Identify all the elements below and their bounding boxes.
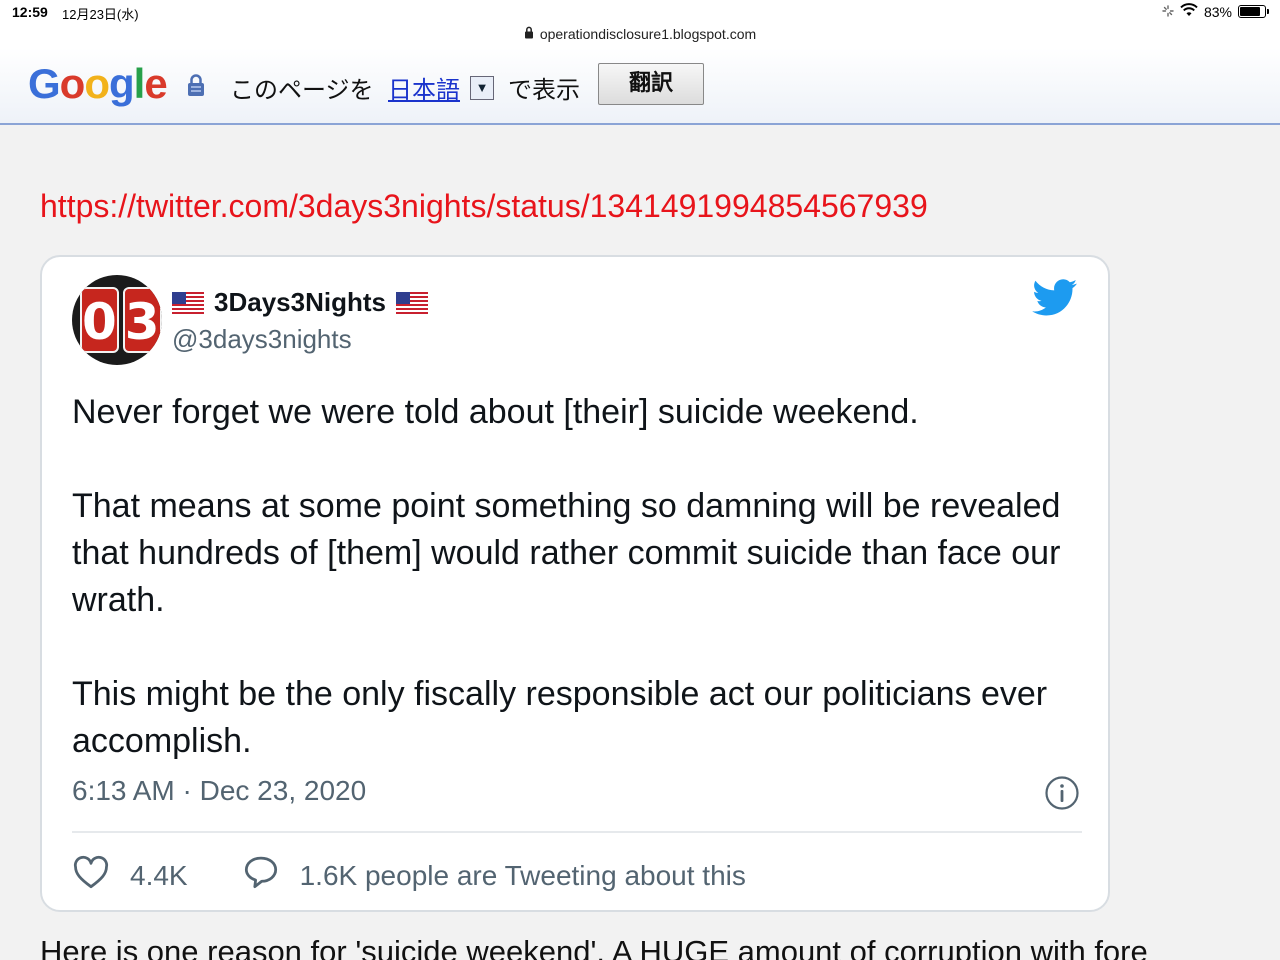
tweet-paragraph: That means at some point something so da… [72, 487, 1061, 619]
tweet-actions: 4.4K 1.6K people are Tweeting about this [72, 855, 746, 896]
tweet-paragraph: This might be the only fiscally responsi… [72, 675, 1048, 760]
status-bar: 12:59 12月23日(水) 83% [0, 0, 1280, 24]
status-time: 12:59 [12, 4, 48, 20]
translate-suffix: で表示 [508, 76, 580, 104]
embedded-tweet[interactable]: 0 3 3Days3Nights @3days3nights Never for… [40, 255, 1110, 912]
heart-icon[interactable] [72, 855, 110, 896]
wifi-icon [1180, 3, 1198, 20]
avatar-digits: 0 3 [80, 287, 162, 353]
info-icon[interactable] [1044, 775, 1080, 816]
us-flag-icon [172, 291, 204, 314]
post-paragraph: Here is one reason for 'suicide weekend'… [40, 934, 1148, 960]
author-name-row[interactable]: 3Days3Nights [172, 287, 428, 318]
speech-bubble-icon[interactable] [242, 855, 280, 896]
address-bar[interactable]: operationdisclosure1.blogspot.com [0, 24, 1280, 48]
battery-percent: 83% [1203, 3, 1232, 20]
battery-fill [1240, 7, 1260, 16]
translate-lock-icon [186, 73, 206, 102]
translate-button[interactable]: 翻訳 [598, 63, 704, 105]
author-display-name[interactable]: 3Days3Nights [214, 287, 386, 318]
translate-bar: Google このページを 日本語 ▼ で表示 翻訳 [0, 48, 1280, 125]
translate-label: このページを [230, 76, 374, 104]
tweet-link[interactable]: https://twitter.com/3days3nights/status/… [40, 188, 928, 225]
language-dropdown-icon[interactable]: ▼ [470, 76, 494, 100]
twitter-bird-icon[interactable] [1032, 279, 1078, 322]
status-date: 12月23日(水) [62, 7, 139, 22]
url-text[interactable]: operationdisclosure1.blogspot.com [540, 26, 756, 42]
tweet-timestamp[interactable]: 6:13 AM · Dec 23, 2020 [72, 775, 366, 807]
author-handle[interactable]: @3days3nights [172, 324, 352, 355]
tweeting-about-link[interactable]: 1.6K people are Tweeting about this [300, 860, 746, 892]
tweet-paragraph: Never forget we were told about [their] … [72, 393, 919, 431]
avatar-digit-first: 0 [80, 287, 119, 353]
google-logo: Google [28, 60, 168, 107]
status-right: 83% [1162, 3, 1269, 20]
loading-spinner-icon [1162, 4, 1174, 20]
like-count[interactable]: 4.4K [130, 860, 188, 892]
divider [72, 831, 1082, 833]
avatar[interactable]: 0 3 [72, 275, 162, 365]
translate-language-link[interactable]: 日本語 [388, 70, 460, 105]
avatar-digit-second: 3 [122, 287, 162, 353]
battery-icon [1238, 5, 1269, 18]
tweet-body: Never forget we were told about [their] … [72, 389, 1082, 765]
lock-icon [524, 26, 534, 42]
us-flag-icon [395, 291, 428, 314]
